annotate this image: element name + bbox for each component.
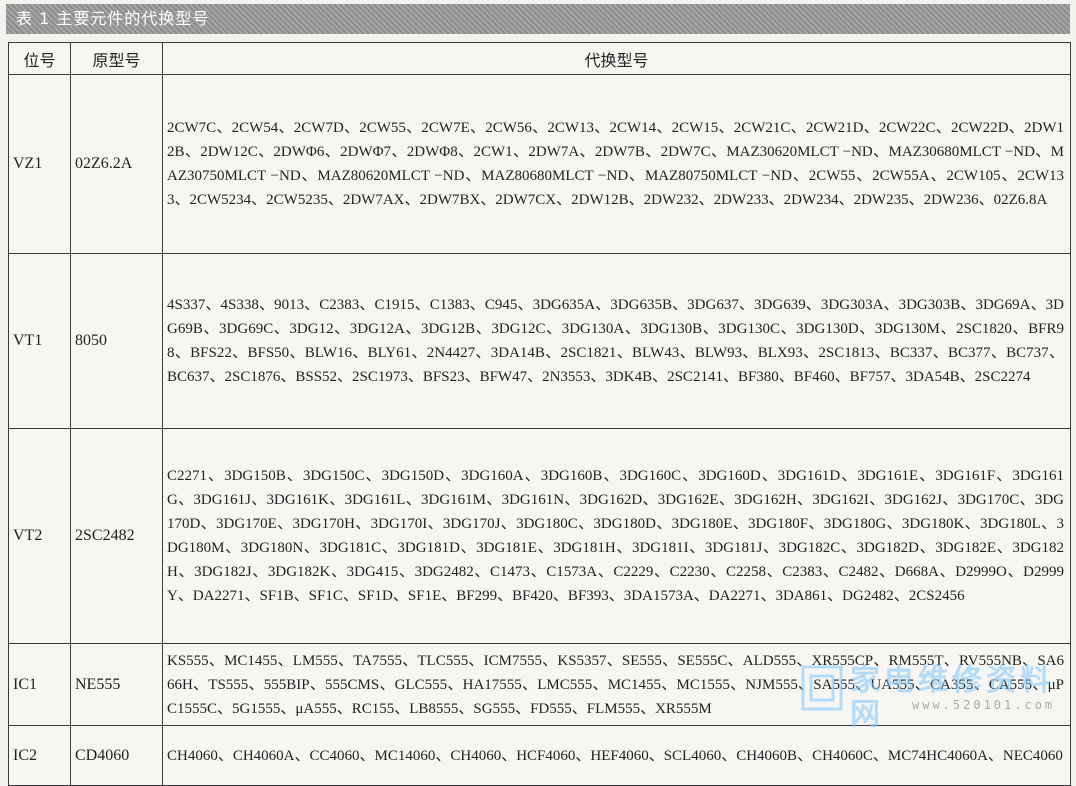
cell-original-model: 2SC2482 [70,428,163,644]
cell-original-model: CD4060 [70,725,163,786]
cell-position: IC1 [8,643,71,726]
header-position: 位号 [8,42,71,75]
header-original-model: 原型号 [70,42,163,75]
cell-substitutes: CH4060、CH4060A、CC4060、MC14060、CH4060、HCF… [162,725,1071,786]
cell-original-model: NE555 [70,643,163,726]
cell-position: VT1 [8,253,71,429]
table-row: VT1 8050 4S337、4S338、9013、C2383、C1915、C1… [8,253,1071,429]
cell-substitutes: KS555、MC1455、LM555、TA7555、TLC555、ICM7555… [162,643,1071,726]
table-row: VT2 2SC2482 C2271、3DG150B、3DG150C、3DG150… [8,428,1071,644]
table-header-row: 位号 原型号 代换型号 [8,42,1071,75]
cell-substitutes: C2271、3DG150B、3DG150C、3DG150D、3DG160A、3D… [162,428,1071,644]
table-row: IC1 NE555 KS555、MC1455、LM555、TA7555、TLC5… [8,643,1071,726]
cell-original-model: 02Z6.2A [70,74,163,254]
cell-position: IC2 [8,725,71,786]
table-row: VZ1 02Z6.2A 2CW7C、2CW54、2CW7D、2CW55、2CW7… [8,74,1071,254]
table-row: IC2 CD4060 CH4060、CH4060A、CC4060、MC14060… [8,725,1071,786]
substitution-table: 位号 原型号 代换型号 VZ1 02Z6.2A 2CW7C、2CW54、2CW7… [8,42,1071,786]
cell-position: VT2 [8,428,71,644]
cell-original-model: 8050 [70,253,163,429]
cell-substitutes: 2CW7C、2CW54、2CW7D、2CW55、2CW7E、2CW56、2CW1… [162,74,1071,254]
cell-position: VZ1 [8,74,71,254]
table-title: 表 1 主要元件的代换型号 [16,9,210,28]
table-title-bar: 表 1 主要元件的代换型号 [6,4,1070,34]
header-substitute-models: 代换型号 [162,42,1071,75]
cell-substitutes: 4S337、4S338、9013、C2383、C1915、C1383、C945、… [162,253,1071,429]
